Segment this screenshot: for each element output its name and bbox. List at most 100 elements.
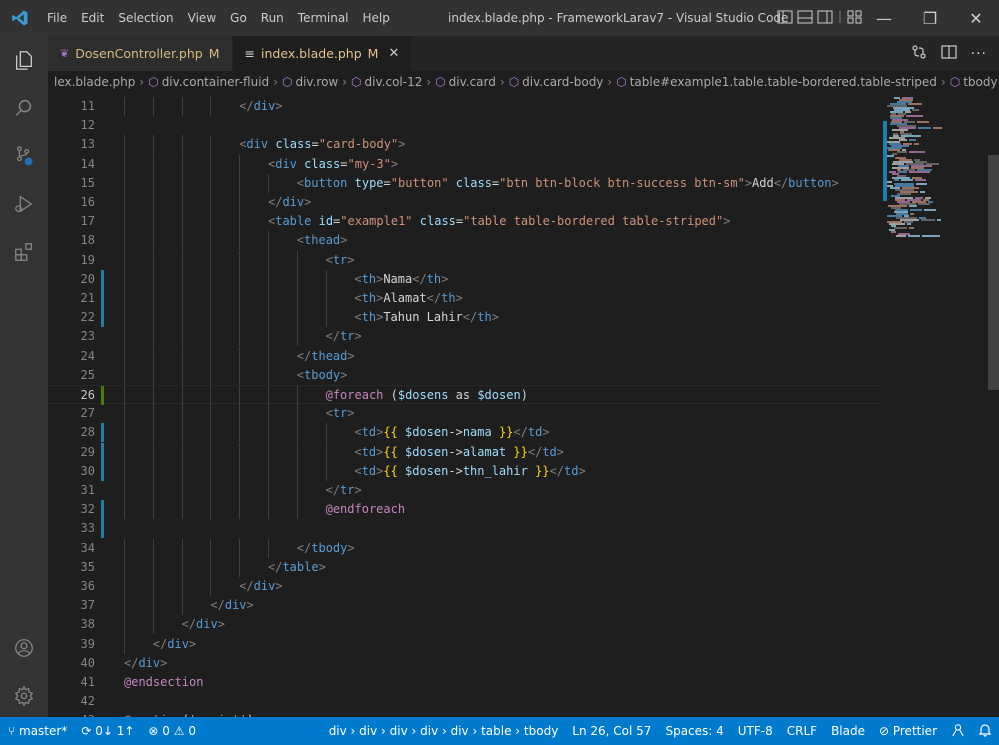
line-number[interactable]: 20 [48, 270, 95, 289]
git-change-indicator[interactable] [101, 423, 104, 443]
account-icon[interactable] [0, 624, 48, 672]
search-icon[interactable] [0, 84, 48, 132]
code-line[interactable]: 33 [48, 519, 883, 539]
code-line[interactable]: 23 </tr> [48, 327, 883, 347]
git-change-indicator[interactable] [101, 386, 104, 405]
close-window-button[interactable]: ✕ [953, 0, 999, 36]
git-change-indicator[interactable] [101, 461, 104, 481]
prettier-status[interactable]: ⊘ Prettier [879, 724, 937, 738]
encoding[interactable]: UTF-8 [738, 724, 773, 738]
menu-go[interactable]: Go [223, 0, 254, 36]
tab-dosencontroller[interactable]: ❦ DosenController.php M [48, 36, 233, 71]
minimap[interactable] [883, 93, 987, 717]
code-line[interactable]: 35 </table> [48, 557, 883, 577]
code-line[interactable]: 32 @endforeach [48, 500, 883, 520]
line-number[interactable]: 41 [48, 673, 95, 692]
feedback-icon[interactable] [951, 723, 965, 740]
git-change-indicator[interactable] [101, 500, 104, 520]
menu-view[interactable]: View [181, 0, 223, 36]
extensions-icon[interactable] [0, 228, 48, 276]
notifications-bell-icon[interactable] [978, 723, 992, 740]
close-tab-icon[interactable]: ✕ [388, 46, 399, 61]
git-change-indicator[interactable] [101, 289, 104, 308]
code-line[interactable]: 15 <button type="button" class="btn btn-b… [48, 173, 883, 193]
code-line[interactable]: 34 </tbody> [48, 538, 883, 558]
code-line[interactable]: 28 <td>{{ $dosen->nama }}</td> [48, 423, 883, 443]
menu-help[interactable]: Help [356, 0, 397, 36]
breadcrumb-item[interactable]: div.card [449, 75, 496, 89]
code-line[interactable]: 18 <thead> [48, 231, 883, 251]
settings-gear-icon[interactable] [0, 672, 48, 720]
menu-file[interactable]: File [40, 0, 74, 36]
code-line[interactable]: 37 </div> [48, 596, 883, 616]
branch-status[interactable]: ⑂ master* [8, 724, 67, 738]
line-number[interactable]: 12 [48, 116, 95, 135]
menu-terminal[interactable]: Terminal [291, 0, 356, 36]
line-number[interactable]: 32 [48, 500, 95, 519]
breadcrumb-item[interactable]: tbody [963, 75, 997, 89]
code-line[interactable]: 36 </div> [48, 577, 883, 596]
source-control-icon[interactable] [0, 132, 48, 180]
open-changes-icon[interactable] [911, 44, 927, 64]
git-change-indicator[interactable] [101, 269, 104, 289]
line-number[interactable]: 33 [48, 519, 95, 538]
line-number[interactable]: 24 [48, 347, 95, 366]
line-number[interactable]: 30 [48, 462, 95, 481]
line-number[interactable]: 15 [48, 174, 95, 193]
line-number[interactable]: 19 [48, 251, 95, 270]
breadcrumb-item[interactable]: table#example1.table.table-bordered.tabl… [630, 75, 937, 89]
breadcrumb-item[interactable]: div.row [295, 75, 338, 89]
line-number[interactable]: 29 [48, 443, 95, 462]
code-line[interactable]: 24 </thead> [48, 346, 883, 366]
breadcrumb-item[interactable]: div.container-fluid [162, 75, 269, 89]
code-line[interactable]: 40 </div> [48, 654, 883, 673]
line-number[interactable]: 21 [48, 289, 95, 308]
element-path[interactable]: div › div › div › div › div › table › tb… [329, 724, 559, 738]
code-line[interactable]: 30 <td>{{ $dosen->thn_lahir }}</td> [48, 461, 883, 481]
line-number[interactable]: 13 [48, 135, 95, 154]
tab-index-blade[interactable]: ≡ index.blade.php M ✕ [232, 36, 413, 71]
language-mode[interactable]: Blade [831, 724, 865, 738]
code-line[interactable]: 38 </div> [48, 615, 883, 635]
toggle-sidebar-icon[interactable] [777, 10, 793, 27]
vscode-logo-icon[interactable] [0, 0, 40, 36]
line-number[interactable]: 34 [48, 539, 95, 558]
line-number[interactable]: 27 [48, 404, 95, 423]
line-number[interactable]: 40 [48, 654, 95, 673]
line-ending[interactable]: CRLF [787, 724, 817, 738]
code-line[interactable]: 19 <tr> [48, 250, 883, 270]
git-change-indicator[interactable] [101, 442, 104, 462]
code-line[interactable]: 31 </tr> [48, 481, 883, 500]
line-number[interactable]: 11 [48, 97, 95, 116]
line-number[interactable]: 35 [48, 558, 95, 577]
menu-run[interactable]: Run [254, 0, 291, 36]
breadcrumb-item[interactable]: lex.blade.php [54, 75, 135, 89]
line-number[interactable]: 36 [48, 577, 95, 596]
sync-status[interactable]: ⟳ 0↓ 1↑ [81, 724, 134, 738]
git-change-indicator[interactable] [101, 519, 104, 539]
restore-button[interactable]: ❐ [907, 0, 953, 36]
code-line[interactable]: 14 <div class="my-3"> [48, 154, 883, 174]
code-line[interactable]: 27 <tr> [48, 404, 883, 424]
code-line[interactable]: 12 [48, 116, 883, 135]
line-number[interactable]: 31 [48, 481, 95, 500]
code-line[interactable]: 20 <th>Nama</th> [48, 269, 883, 289]
breadcrumb-item[interactable]: div.col-12 [365, 75, 423, 89]
code-line[interactable]: 16 </div> [48, 193, 883, 212]
problems-status[interactable]: ⊗ 0 ⚠ 0 [148, 724, 196, 738]
menu-edit[interactable]: Edit [74, 0, 111, 36]
split-editor-icon[interactable] [941, 44, 957, 63]
scrollbar-thumb[interactable] [988, 155, 999, 390]
line-number[interactable]: 26 [48, 386, 95, 405]
run-debug-icon[interactable] [0, 180, 48, 228]
minimize-button[interactable]: — [861, 0, 907, 36]
code-line[interactable]: 26 @foreach ($dosens as $dosen) [48, 385, 883, 405]
toggle-panel-icon[interactable] [797, 10, 813, 27]
code-line[interactable]: 29 <td>{{ $dosen->alamat }}</td> [48, 442, 883, 462]
code-line[interactable]: 39 </div> [48, 634, 883, 654]
line-number[interactable]: 16 [48, 193, 95, 212]
explorer-icon[interactable] [0, 36, 48, 84]
code-line[interactable]: 41 @endsection [48, 673, 883, 692]
code-line[interactable]: 17 <table id="example1" class="table tabl… [48, 212, 883, 232]
line-number[interactable]: 25 [48, 366, 95, 385]
